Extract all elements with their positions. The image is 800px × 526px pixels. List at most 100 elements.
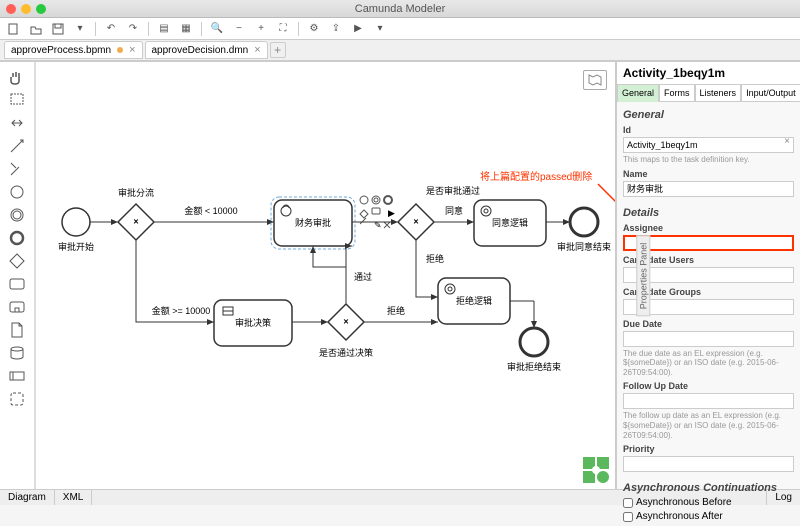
svg-text:同意: 同意 <box>445 205 463 216</box>
save-icon[interactable] <box>48 20 68 38</box>
close-tab-icon[interactable]: × <box>254 44 260 56</box>
participant-icon[interactable] <box>3 365 31 387</box>
due-date-input[interactable] <box>623 331 794 347</box>
property-tabs: General Forms Listeners Input/Output <box>617 84 800 102</box>
tab-label: approveDecision.dmn <box>152 45 249 56</box>
follow-up-input[interactable] <box>623 393 794 409</box>
start-event-icon[interactable] <box>3 181 31 203</box>
lasso-tool-icon[interactable] <box>3 89 31 111</box>
run-icon[interactable]: ▶ <box>348 20 368 38</box>
tab-label: approveProcess.bpmn <box>11 45 111 56</box>
tab-bar: approveProcess.bpmn × approveDecision.dm… <box>0 40 800 62</box>
svg-text:金额 >= 10000: 金额 >= 10000 <box>152 305 211 316</box>
hand-tool-icon[interactable] <box>3 66 31 88</box>
svg-text:审批分流: 审批分流 <box>118 187 154 198</box>
svg-text:财务审批: 财务审批 <box>295 217 331 228</box>
new-file-icon[interactable] <box>4 20 24 38</box>
add-tab-button[interactable]: + <box>270 42 286 58</box>
intermediate-event-icon[interactable] <box>3 204 31 226</box>
panel-handle[interactable]: Properties Panel <box>636 235 650 316</box>
camunda-logo-icon <box>583 457 609 483</box>
tab-forms[interactable]: Forms <box>659 84 695 102</box>
priority-input[interactable] <box>623 456 794 472</box>
global-connect-icon[interactable] <box>3 135 31 157</box>
end-event-icon[interactable] <box>3 227 31 249</box>
toolbar: ▾ ↶ ↷ ▤ ▦ 🔍 − + ⛶ ⚙ ⇪ ▶ ▾ <box>0 18 800 40</box>
priority-label: Priority <box>623 444 794 454</box>
window-controls <box>6 4 46 14</box>
svg-text:同意逻辑: 同意逻辑 <box>492 217 528 228</box>
svg-text:审批同意结束: 审批同意结束 <box>557 241 611 252</box>
palette <box>0 62 36 489</box>
group-icon[interactable] <box>3 388 31 410</box>
settings-icon[interactable]: ⚙ <box>304 20 324 38</box>
tab-listeners[interactable]: Listeners <box>695 84 742 102</box>
fit-icon[interactable]: ⛶ <box>273 20 293 38</box>
svg-text:是否审批通过: 是否审批通过 <box>426 185 480 196</box>
close-window-icon[interactable] <box>6 4 16 14</box>
id-input[interactable] <box>623 137 794 153</box>
svg-text:×: × <box>133 216 138 226</box>
dropdown-icon[interactable]: ▾ <box>70 20 90 38</box>
async-before-checkbox[interactable] <box>623 498 633 508</box>
dirty-indicator-icon <box>117 47 123 53</box>
async-after-row[interactable]: Asynchronous After <box>623 511 794 522</box>
zoom-in-icon[interactable]: 🔍 <box>207 20 227 38</box>
data-object-icon[interactable] <box>3 319 31 341</box>
svg-text:金额 < 10000: 金额 < 10000 <box>184 205 237 216</box>
minimap-icon[interactable] <box>583 70 607 90</box>
annotation-text: 将上篇配置的passed删除 <box>480 168 592 183</box>
distribute-icon[interactable]: ▦ <box>176 20 196 38</box>
name-input[interactable] <box>623 181 794 197</box>
name-label: Name <box>623 169 794 179</box>
svg-text:审批开始: 审批开始 <box>58 241 94 252</box>
svg-text:×: × <box>413 216 418 226</box>
space-tool-icon[interactable] <box>3 112 31 134</box>
bpmn-canvas[interactable]: 审批开始 × 审批分流 金额 < 10000 财务审批 ▶ ✎ <box>36 62 615 489</box>
svg-text:审批拒绝结束: 审批拒绝结束 <box>507 361 561 372</box>
section-details: Details <box>623 207 794 219</box>
svg-text:×: × <box>343 316 348 326</box>
svg-text:拒绝: 拒绝 <box>387 305 405 316</box>
task-icon[interactable] <box>3 273 31 295</box>
section-general: General <box>623 109 794 121</box>
tab-general[interactable]: General <box>617 84 659 102</box>
selected-element-title: Activity_1beqy1m <box>617 62 800 84</box>
redo-icon[interactable]: ↷ <box>123 20 143 38</box>
minimize-window-icon[interactable] <box>21 4 31 14</box>
close-tab-icon[interactable]: × <box>129 44 135 56</box>
svg-text:拒绝: 拒绝 <box>426 253 444 264</box>
svg-text:▶: ▶ <box>388 208 395 218</box>
follow-up-label: Follow Up Date <box>623 381 794 391</box>
svg-text:审批决策: 审批决策 <box>235 317 271 328</box>
svg-text:通过: 通过 <box>354 271 372 282</box>
undo-icon[interactable]: ↶ <box>101 20 121 38</box>
assignee-label: Assignee <box>623 223 794 233</box>
deploy-icon[interactable]: ⇪ <box>326 20 346 38</box>
svg-text:是否通过决策: 是否通过决策 <box>319 347 373 358</box>
due-date-label: Due Date <box>623 319 794 329</box>
app-title: Camunda Modeler <box>355 3 446 15</box>
align-icon[interactable]: ▤ <box>154 20 174 38</box>
connect-tool-icon[interactable] <box>3 158 31 180</box>
dropdown2-icon[interactable]: ▾ <box>370 20 390 38</box>
zoom-out-icon[interactable]: − <box>229 20 249 38</box>
follow-up-help: The follow up date as an EL expression (… <box>623 411 794 440</box>
tab-io[interactable]: Input/Output <box>741 84 800 102</box>
tab-bpmn[interactable]: approveProcess.bpmn × <box>4 41 143 59</box>
data-store-icon[interactable] <box>3 342 31 364</box>
footer-diagram-tab[interactable]: Diagram <box>0 490 55 505</box>
diagram-svg: 审批开始 × 审批分流 金额 < 10000 财务审批 ▶ ✎ <box>36 62 611 489</box>
tab-dmn[interactable]: approveDecision.dmn × <box>145 41 268 59</box>
async-before-row[interactable]: Asynchronous Before <box>623 497 794 508</box>
maximize-window-icon[interactable] <box>36 4 46 14</box>
async-after-checkbox[interactable] <box>623 512 633 522</box>
id-label: Id <box>623 125 794 135</box>
subprocess-icon[interactable] <box>3 296 31 318</box>
gateway-icon[interactable] <box>3 250 31 272</box>
zoom-plus-icon[interactable]: + <box>251 20 271 38</box>
footer-xml-tab[interactable]: XML <box>55 490 93 505</box>
open-file-icon[interactable] <box>26 20 46 38</box>
properties-panel: Properties Panel Activity_1beqy1m Genera… <box>615 62 800 489</box>
svg-text:拒绝逻辑: 拒绝逻辑 <box>456 295 492 306</box>
